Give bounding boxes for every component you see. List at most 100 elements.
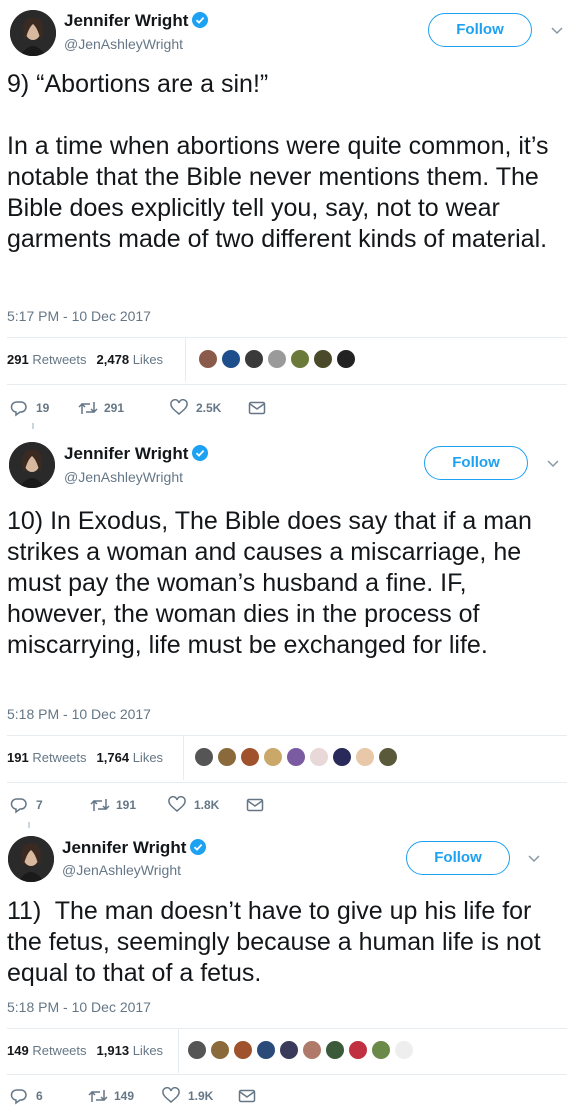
envelope-icon <box>246 798 264 812</box>
tweet-text: 9) “Abortions are a sin!” In a time when… <box>7 70 549 253</box>
liker-avatar[interactable] <box>290 349 310 369</box>
retweets-label[interactable]: Retweets <box>32 352 86 367</box>
liker-avatars <box>187 1040 417 1062</box>
liker-avatars <box>194 747 401 769</box>
likes-count[interactable]: 1,764 <box>97 750 130 765</box>
tweet-stats: 149 Retweets 1,913 Likes <box>7 1043 163 1058</box>
likes-label[interactable]: Likes <box>133 750 163 765</box>
stats-divider <box>185 338 186 382</box>
tweet-stats: 291 Retweets 2,478 Likes <box>7 352 163 367</box>
liker-avatar[interactable] <box>244 349 264 369</box>
retweet-icon <box>78 402 98 414</box>
heart-icon <box>162 1087 180 1103</box>
liker-avatar[interactable] <box>279 1040 299 1060</box>
tweet-text: 10) In Exodus, The Bible does say that i… <box>7 507 539 659</box>
tweet-timestamp[interactable]: 5:17 PM - 10 Dec 2017 <box>7 308 151 324</box>
liker-avatar[interactable] <box>217 747 237 767</box>
envelope-icon <box>238 1089 256 1103</box>
reply-count: 7 <box>36 798 43 812</box>
likes-label[interactable]: Likes <box>133 352 163 367</box>
liker-avatar[interactable] <box>302 1040 322 1060</box>
tweet-3: Jennifer Wright @JenAshleyWright Follow … <box>0 826 577 1115</box>
liker-avatars <box>198 349 359 371</box>
liker-avatar[interactable] <box>313 349 333 369</box>
tweet-timestamp[interactable]: 5:18 PM - 10 Dec 2017 <box>7 706 151 722</box>
chevron-down-icon[interactable] <box>550 24 564 38</box>
retweet-icon <box>90 799 110 811</box>
liker-avatar[interactable] <box>221 349 241 369</box>
liker-avatar[interactable] <box>309 747 329 767</box>
liker-avatar[interactable] <box>256 1040 276 1060</box>
tweet-actions: 6 149 1.9K <box>10 1086 310 1106</box>
author-name[interactable]: Jennifer Wright <box>62 838 207 858</box>
liker-avatar[interactable] <box>336 349 356 369</box>
follow-button[interactable]: Follow <box>424 446 528 480</box>
reply-icon <box>10 1089 27 1105</box>
tweet-actions: 19 291 2.5K <box>10 398 310 418</box>
retweet-icon <box>88 1090 108 1102</box>
tweet-actions: 7 191 1.8K <box>10 795 310 815</box>
retweets-count[interactable]: 149 <box>7 1043 29 1058</box>
author-avatar[interactable] <box>8 836 54 882</box>
follow-button[interactable]: Follow <box>428 13 532 47</box>
liker-avatar[interactable] <box>378 747 398 767</box>
retweet-count: 291 <box>104 401 125 415</box>
likes-count[interactable]: 1,913 <box>97 1043 130 1058</box>
retweets-label[interactable]: Retweets <box>32 750 86 765</box>
retweets-count[interactable]: 191 <box>7 750 29 765</box>
divider <box>7 337 567 338</box>
liker-avatar[interactable] <box>240 747 260 767</box>
author-name[interactable]: Jennifer Wright <box>64 11 209 31</box>
like-count: 1.9K <box>188 1089 214 1103</box>
liker-avatar[interactable] <box>325 1040 345 1060</box>
retweet-count: 149 <box>114 1089 135 1103</box>
reply-count: 19 <box>36 401 50 415</box>
liker-avatar[interactable] <box>348 1040 368 1060</box>
liker-avatar[interactable] <box>198 349 218 369</box>
author-handle[interactable]: @JenAshleyWright <box>62 862 181 878</box>
liker-avatar[interactable] <box>332 747 352 767</box>
liker-avatar[interactable] <box>210 1040 230 1060</box>
liker-avatar[interactable] <box>267 349 287 369</box>
liker-avatar[interactable] <box>286 747 306 767</box>
author-avatar[interactable] <box>9 442 55 488</box>
chevron-down-icon[interactable] <box>546 457 560 471</box>
tweet-2: Jennifer Wright @JenAshleyWright Follow … <box>0 430 577 828</box>
liker-avatar[interactable] <box>233 1040 253 1060</box>
liker-avatar[interactable] <box>194 747 214 767</box>
tweet-text: 11) The man doesn’t have to give up his … <box>7 897 548 987</box>
author-name[interactable]: Jennifer Wright <box>64 444 209 464</box>
retweets-count[interactable]: 291 <box>7 352 29 367</box>
heart-icon <box>170 399 188 415</box>
heart-icon <box>168 796 186 812</box>
likes-label[interactable]: Likes <box>133 1043 163 1058</box>
retweet-count: 191 <box>116 798 137 812</box>
likes-count[interactable]: 2,478 <box>97 352 130 367</box>
reply-count: 6 <box>36 1089 43 1103</box>
liker-avatar[interactable] <box>394 1040 414 1060</box>
verified-icon <box>192 12 209 28</box>
liker-avatar[interactable] <box>187 1040 207 1060</box>
liker-avatar[interactable] <box>355 747 375 767</box>
divider <box>7 1074 567 1075</box>
like-count: 2.5K <box>196 401 222 415</box>
author-handle[interactable]: @JenAshleyWright <box>64 36 183 52</box>
stats-divider <box>183 736 184 780</box>
author-handle[interactable]: @JenAshleyWright <box>64 469 183 485</box>
like-count: 1.8K <box>194 798 220 812</box>
verified-icon <box>192 445 209 461</box>
reply-icon <box>10 798 27 814</box>
tweet-timestamp[interactable]: 5:18 PM - 10 Dec 2017 <box>7 999 151 1015</box>
verified-icon <box>190 839 207 855</box>
chevron-down-icon[interactable] <box>527 852 541 866</box>
liker-avatar[interactable] <box>371 1040 391 1060</box>
liker-avatar[interactable] <box>263 747 283 767</box>
stats-divider <box>178 1029 179 1073</box>
retweets-label[interactable]: Retweets <box>32 1043 86 1058</box>
tweet-stats: 191 Retweets 1,764 Likes <box>7 750 163 765</box>
divider <box>7 1028 567 1029</box>
divider <box>7 782 567 783</box>
author-avatar[interactable] <box>10 10 56 56</box>
follow-button[interactable]: Follow <box>406 841 510 875</box>
envelope-icon <box>248 401 266 415</box>
